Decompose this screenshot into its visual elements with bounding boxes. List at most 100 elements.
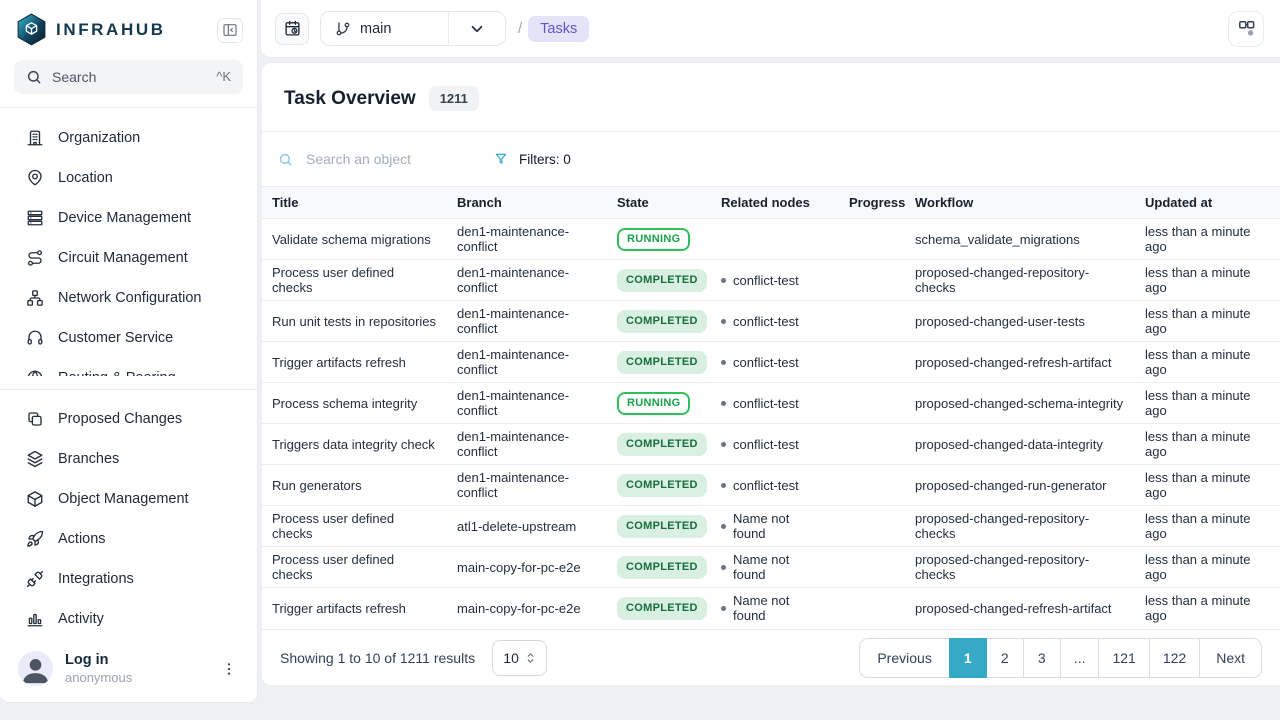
sidebar-item-routing-peering[interactable]: Routing & Peering (0, 358, 257, 376)
state-badge: COMPLETED (617, 351, 707, 374)
cell-title: Trigger artifacts refresh (262, 588, 447, 629)
related-node-label: conflict-test (733, 314, 799, 329)
sidebar-item-customer-service[interactable]: Customer Service (0, 318, 257, 358)
node-bullet-icon (721, 565, 726, 570)
table-row[interactable]: Run unit tests in repositoriesden1-maint… (262, 301, 1280, 342)
page-header: Task Overview 1211 (262, 63, 1280, 131)
building-icon (26, 129, 44, 147)
table-row[interactable]: Process user defined checksmain-copy-for… (262, 547, 1280, 588)
cell-branch: main-copy-for-pc-e2e (447, 547, 607, 588)
cell-state: COMPLETED (607, 342, 711, 383)
pagination-page-121[interactable]: 121 (1098, 638, 1149, 678)
sidebar-item-label: Object Management (58, 491, 189, 507)
login-label[interactable]: Log in (65, 652, 205, 668)
cell-progress (839, 260, 905, 301)
table-row[interactable]: Run generatorsden1-maintenance-conflictC… (262, 465, 1280, 506)
sidebar-item-circuit-management[interactable]: Circuit Management (0, 238, 257, 278)
table-row[interactable]: Triggers data integrity checkden1-mainte… (262, 424, 1280, 465)
workflow-name: proposed-changed-user-tests (915, 314, 1085, 329)
workflow-name: proposed-changed-repository-checks (915, 552, 1125, 582)
pagination-next[interactable]: Next (1199, 638, 1262, 678)
related-node-label: conflict-test (733, 478, 799, 493)
time-travel-button[interactable] (275, 13, 309, 45)
cell-related-nodes (711, 219, 839, 260)
cell-progress (839, 301, 905, 342)
cell-related-nodes: conflict-test (711, 301, 839, 342)
pagination-ellipsis[interactable]: ... (1060, 638, 1100, 678)
tasks-table: TitleBranchStateRelated nodesProgressWor… (262, 186, 1280, 629)
cell-workflow: proposed-changed-user-tests (905, 301, 1135, 342)
pagination: Previous123...121122Next (859, 638, 1262, 678)
cell-progress (839, 424, 905, 465)
cell-title: Process user defined checks (262, 260, 447, 301)
table-row[interactable]: Process user defined checksden1-maintena… (262, 260, 1280, 301)
sidebar-item-label: Activity (58, 611, 104, 627)
object-search[interactable] (278, 150, 494, 168)
cell-branch: den1-maintenance-conflict (447, 383, 607, 424)
infrahub-logo-icon (16, 13, 47, 47)
sidebar-header: INFRAHUB (0, 0, 257, 57)
branch-selector[interactable]: main (320, 11, 506, 46)
map-pin-icon (26, 169, 44, 187)
account-menu-button[interactable] (217, 657, 241, 681)
sidebar-item-device-management[interactable]: Device Management (0, 198, 257, 238)
sidebar-item-integrations[interactable]: Integrations (0, 559, 257, 599)
related-node-label: conflict-test (733, 437, 799, 452)
search-icon (278, 152, 293, 167)
pagination-page-1[interactable]: 1 (949, 638, 987, 678)
workflow-name: proposed-changed-refresh-artifact (915, 601, 1112, 616)
breadcrumb-tasks[interactable]: Tasks (528, 16, 589, 42)
filters-label: Filters: 0 (519, 152, 571, 167)
cell-title: Process schema integrity (262, 383, 447, 424)
rocket-icon (26, 530, 44, 548)
sidebar-item-organization[interactable]: Organization (0, 118, 257, 158)
layers-icon (26, 450, 44, 468)
cell-progress (839, 588, 905, 629)
sidebar-search[interactable]: Search ^K (14, 60, 243, 94)
state-badge: COMPLETED (617, 433, 707, 456)
cell-related-nodes: conflict-test (711, 465, 839, 506)
plug-icon (26, 570, 44, 588)
pagination-previous[interactable]: Previous (859, 638, 949, 678)
branch-selector-value[interactable]: main (321, 12, 448, 45)
branch-dropdown-toggle[interactable] (448, 12, 505, 45)
cell-related-nodes: conflict-test (711, 342, 839, 383)
object-search-input[interactable] (304, 150, 464, 168)
table-row[interactable]: Process schema integrityden1-maintenance… (262, 383, 1280, 424)
table-row[interactable]: Trigger artifacts refreshden1-maintenanc… (262, 342, 1280, 383)
node-bullet-icon (721, 442, 726, 447)
cell-related-nodes: Name not found (711, 547, 839, 588)
table-row[interactable]: Process user defined checksatl1-delete-u… (262, 506, 1280, 547)
table-row[interactable]: Validate schema migrationsden1-maintenan… (262, 219, 1280, 260)
sidebar-item-object-management[interactable]: Object Management (0, 479, 257, 519)
cell-progress (839, 219, 905, 260)
pagination-page-122[interactable]: 122 (1149, 638, 1200, 678)
cell-workflow: proposed-changed-repository-checks (905, 547, 1135, 588)
sidebar-primary-nav: OrganizationLocation Device Management Cir… (0, 108, 257, 376)
account-section[interactable]: Log in anonymous (0, 641, 257, 702)
cube-icon (26, 490, 44, 508)
pagination-page-2[interactable]: 2 (986, 638, 1024, 678)
sidebar-item-activity[interactable]: Activity (0, 599, 257, 639)
sidebar-item-actions[interactable]: Actions (0, 519, 257, 559)
schema-visualizer-button[interactable] (1228, 11, 1264, 47)
filters-button[interactable]: Filters: 0 (494, 152, 571, 167)
node-bullet-icon (721, 524, 726, 529)
cell-branch: den1-maintenance-conflict (447, 301, 607, 342)
page-size-select[interactable]: 10 (492, 640, 547, 676)
table-row[interactable]: Trigger artifacts refreshmain-copy-for-p… (262, 588, 1280, 629)
related-node-label: conflict-test (733, 273, 799, 288)
sidebar-item-network-configuration[interactable]: Network Configuration (0, 278, 257, 318)
column-header-updated-at: Updated at (1135, 187, 1280, 219)
column-header-branch: Branch (447, 187, 607, 219)
pagination-page-3[interactable]: 3 (1023, 638, 1061, 678)
sidebar-collapse-button[interactable] (217, 18, 243, 43)
sidebar-item-branches[interactable]: Branches (0, 439, 257, 479)
sidebar-item-proposed-changes[interactable]: Proposed Changes (0, 399, 257, 439)
sidebar-item-location[interactable]: Location (0, 158, 257, 198)
sidebar-item-label: Device Management (58, 210, 191, 226)
cell-title: Run unit tests in repositories (262, 301, 447, 342)
topbar: main / Tasks (261, 0, 1280, 58)
route-icon (26, 249, 44, 267)
cell-updated-at: less than a minute ago (1135, 383, 1280, 424)
